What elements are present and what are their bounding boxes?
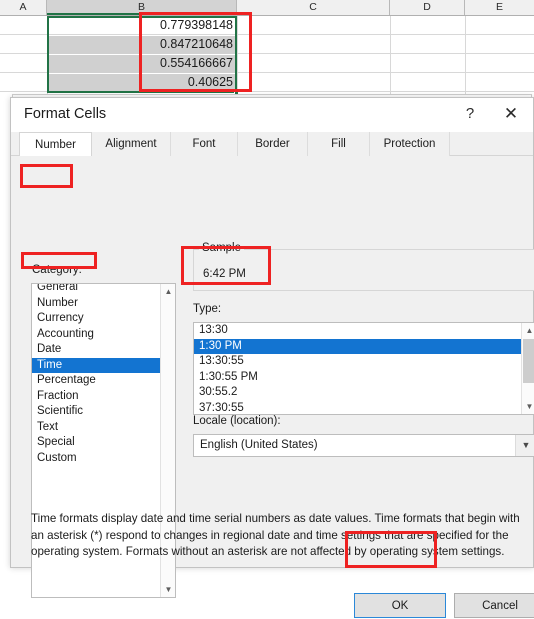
type-item-6[interactable]: 37:30:55 <box>194 401 534 415</box>
category-label: Category: <box>32 264 82 276</box>
cell-b3[interactable]: 0.554166667 <box>47 54 237 73</box>
tab-font[interactable]: Font <box>171 132 238 156</box>
category-item-accounting[interactable]: Accounting <box>32 327 175 343</box>
scroll-down-icon[interactable]: ▼ <box>161 582 175 597</box>
type-item-3[interactable]: 13:30:55 <box>194 354 534 370</box>
grid-line <box>465 16 466 96</box>
category-item-percentage[interactable]: Percentage <box>32 373 175 389</box>
close-icon[interactable]: ✕ <box>497 101 525 127</box>
tab-fill[interactable]: Fill <box>308 132 370 156</box>
column-header-e[interactable]: E <box>465 0 534 15</box>
category-item-custom[interactable]: Custom <box>32 451 175 467</box>
tab-alignment[interactable]: Alignment <box>92 132 171 156</box>
column-header-d[interactable]: D <box>390 0 465 15</box>
column-header-a[interactable]: A <box>0 0 47 15</box>
category-item-fraction[interactable]: Fraction <box>32 389 175 405</box>
type-scrollbar[interactable]: ▲ ▼ <box>521 323 534 414</box>
category-item-number[interactable]: Number <box>32 296 175 312</box>
column-header-c[interactable]: C <box>237 0 390 15</box>
chevron-down-icon[interactable]: ▼ <box>515 435 534 456</box>
scroll-up-icon[interactable]: ▲ <box>161 284 175 299</box>
column-header-row: A B C D E <box>0 0 534 16</box>
dialog-body: Category: General Number Currency Accoun… <box>11 156 534 618</box>
format-cells-dialog: Format Cells ? ✕ Number Alignment Font B… <box>10 97 534 618</box>
type-item-4[interactable]: 1:30:55 PM <box>194 370 534 386</box>
type-item-2[interactable]: 1:30 PM <box>194 338 534 354</box>
scroll-up-icon[interactable]: ▲ <box>522 323 534 338</box>
locale-combobox[interactable]: English (United States) ▼ <box>193 434 534 457</box>
locale-label: Locale (location): <box>193 415 281 427</box>
scroll-down-icon[interactable]: ▼ <box>522 399 534 414</box>
dialog-title: Format Cells <box>24 106 107 122</box>
type-item-1[interactable]: 13:30 <box>194 323 534 339</box>
column-header-b[interactable]: B <box>47 0 237 15</box>
type-label: Type: <box>193 303 222 315</box>
grid-line <box>237 16 238 96</box>
cell-b2[interactable]: 0.847210648 <box>47 35 237 54</box>
category-item-currency[interactable]: Currency <box>32 311 175 327</box>
grid-line <box>390 16 391 96</box>
format-description: Time formats display date and time seria… <box>31 512 520 558</box>
scroll-thumb[interactable] <box>523 339 534 383</box>
tab-border[interactable]: Border <box>238 132 308 156</box>
category-item-special[interactable]: Special <box>32 435 175 451</box>
category-item-date[interactable]: Date <box>32 342 175 358</box>
cell-b1[interactable]: 0.779398148 <box>47 16 237 35</box>
category-item-time[interactable]: Time <box>32 357 175 373</box>
ok-button[interactable]: OK <box>354 593 446 618</box>
category-item-scientific[interactable]: Scientific <box>32 404 175 420</box>
category-item-text[interactable]: Text <box>32 420 175 436</box>
help-icon[interactable]: ? <box>456 101 484 127</box>
dialog-tabstrip: Number Alignment Font Border Fill Protec… <box>11 132 533 157</box>
type-listbox[interactable]: 13:30 1:30 PM 13:30:55 1:30:55 PM 30:55.… <box>193 322 534 415</box>
tab-number[interactable]: Number <box>19 132 92 157</box>
cell-b4[interactable]: 0.40625 <box>47 73 237 92</box>
dialog-titlebar: Format Cells ? ✕ <box>11 98 533 132</box>
cancel-button[interactable]: Cancel <box>454 593 534 618</box>
tab-protection[interactable]: Protection <box>370 132 450 156</box>
sample-label: Sample <box>199 242 244 254</box>
locale-value: English (United States) <box>200 439 318 451</box>
category-item-general[interactable]: General <box>32 284 175 296</box>
type-item-5[interactable]: 30:55.2 <box>194 385 534 401</box>
sample-value: 6:42 PM <box>203 268 246 280</box>
